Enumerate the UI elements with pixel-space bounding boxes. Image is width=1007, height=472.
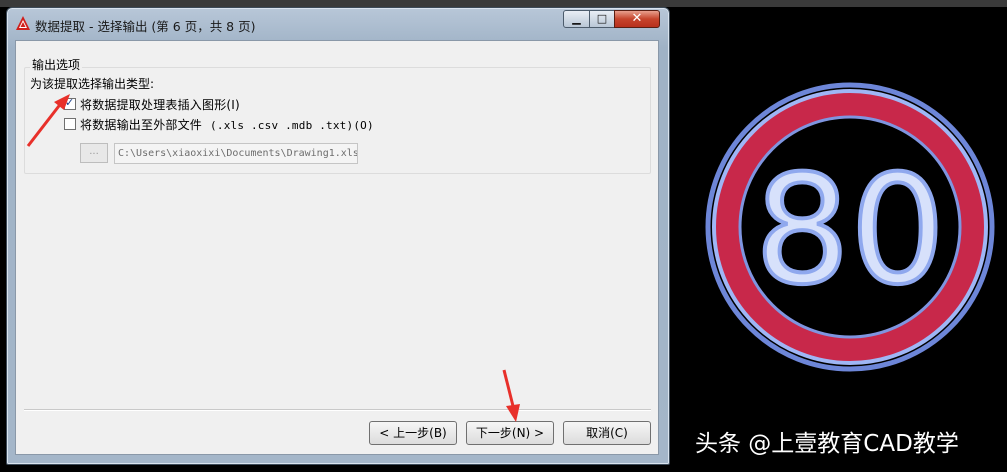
cancel-button[interactable]: 取消(C) [563, 421, 651, 445]
minimize-button[interactable]: ▁ [563, 10, 590, 28]
back-button[interactable]: < 上一步(B) [369, 421, 457, 445]
output-type-label: 为该提取选择输出类型: [30, 77, 155, 91]
watermark: 头条 @上壹教育CAD教学 [695, 431, 959, 457]
next-button[interactable]: 下一步(N) > [466, 421, 554, 445]
external-file-label[interactable]: 将数据输出至外部文件 (.xls .csv .mdb .txt)(O) [80, 116, 374, 133]
close-button[interactable]: ✕ [614, 10, 660, 28]
data-extraction-dialog: 数据提取 - 选择输出 (第 6 页，共 8 页) ▁ □ ✕ 输出选项 为该提… [6, 7, 670, 465]
annotation-arrow-checkbox-icon [26, 94, 70, 147]
title-bar[interactable]: 数据提取 - 选择输出 (第 6 页，共 8 页) ▁ □ ✕ [7, 8, 667, 36]
annotation-arrow-next-icon [502, 369, 520, 422]
autocad-logo-icon [16, 16, 30, 30]
group-label: 输出选项 [30, 56, 83, 73]
maximize-button[interactable]: □ [589, 10, 615, 28]
external-file-extensions: (.xls .csv .mdb .txt)(O) [210, 119, 374, 132]
button-separator [24, 409, 651, 411]
external-file-text: 将数据输出至外部文件 [80, 118, 203, 132]
file-path-field[interactable]: C:\Users\xiaoxixi\Documents\Drawing1.xls [114, 143, 358, 164]
dialog-content: 输出选项 为该提取选择输出类型: 将数据提取处理表插入图形(I) 将数据输出至外… [15, 40, 659, 455]
speed-limit-sign: 80 [705, 82, 995, 372]
top-strip [0, 0, 1007, 7]
window-title: 数据提取 - 选择输出 (第 6 页，共 8 页) [35, 19, 256, 34]
browse-button[interactable]: ... [80, 143, 108, 163]
insert-table-label[interactable]: 将数据提取处理表插入图形(I) [80, 96, 240, 113]
speed-limit-number: 80 [755, 144, 946, 318]
